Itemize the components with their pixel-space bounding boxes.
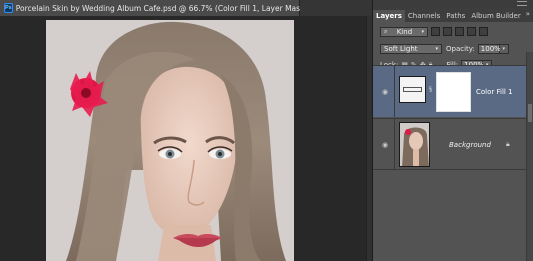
chevron-down-icon: ▾ (421, 28, 424, 35)
layer-name[interactable]: Color Fill 1 (476, 88, 513, 96)
document-tab[interactable]: Ps Porcelain Skin by Wedding Album Cafe.… (0, 0, 331, 16)
filter-row: ⌕ Kind ▾ (373, 24, 533, 39)
panel-header-bar (373, 0, 533, 8)
adjustment-filter-icon[interactable] (443, 27, 452, 36)
filter-kind-select[interactable]: ⌕ Kind ▾ (380, 26, 428, 37)
blend-row: Soft Light ▾ Opacity: 100% ▾ (373, 41, 533, 56)
opacity-field[interactable]: 100% (477, 43, 501, 54)
portrait-image (46, 20, 294, 261)
tab-paths[interactable]: Paths (443, 10, 468, 22)
scrollbar-thumb[interactable] (528, 104, 532, 122)
collapse-icon[interactable] (517, 1, 527, 6)
chevron-down-icon: ▾ (435, 45, 438, 52)
layer-mask-thumbnail[interactable] (436, 72, 471, 112)
fill-color-thumbnail[interactable] (399, 76, 426, 103)
background-thumbnail[interactable] (399, 122, 430, 167)
document-title: Porcelain Skin by Wedding Album Cafe.psd… (15, 3, 321, 13)
panel-scrollbar[interactable] (526, 52, 533, 261)
tab-bar-empty (300, 0, 372, 16)
type-filter-icon[interactable] (455, 27, 464, 36)
blend-mode-select[interactable]: Soft Light ▾ (380, 43, 442, 54)
blend-mode-value: Soft Light (384, 44, 418, 53)
portrait-thumbnail-image (400, 123, 429, 166)
pixel-filter-icon[interactable] (431, 27, 440, 36)
panel-menu-icon[interactable]: » (526, 10, 530, 18)
link-icon[interactable]: § (429, 86, 432, 93)
tab-album-builder[interactable]: Album Builder (468, 10, 523, 22)
opacity-label: Opacity: (446, 44, 475, 53)
image-canvas[interactable] (46, 20, 294, 261)
solid-color-icon (403, 87, 422, 92)
tab-channels[interactable]: Channels (405, 10, 443, 22)
layer-name[interactable]: Background (449, 141, 491, 149)
smart-object-filter-icon[interactable] (479, 27, 488, 36)
layers-panel: Layers Channels Paths Album Builder » ⌕ … (372, 0, 533, 261)
document-window: Ps Porcelain Skin by Wedding Album Cafe.… (0, 0, 372, 261)
shape-filter-icon[interactable] (467, 27, 476, 36)
photoshop-icon: Ps (4, 3, 13, 13)
layer-row-background[interactable]: ◉ Background 🔒︎ (373, 118, 533, 170)
opacity-dropdown-icon[interactable]: ▾ (499, 43, 509, 54)
eye-icon[interactable]: ◉ (380, 140, 390, 150)
layer-row-color-fill[interactable]: ◉ § Color Fill 1 (373, 65, 533, 117)
filter-kind-label: Kind (396, 27, 413, 36)
tab-layers[interactable]: Layers (373, 10, 405, 22)
panel-tabs: Layers Channels Paths Album Builder » (373, 8, 533, 22)
search-icon: ⌕ (384, 27, 388, 35)
lock-icon: 🔒︎ (506, 140, 510, 148)
eye-icon[interactable]: ◉ (380, 87, 390, 97)
